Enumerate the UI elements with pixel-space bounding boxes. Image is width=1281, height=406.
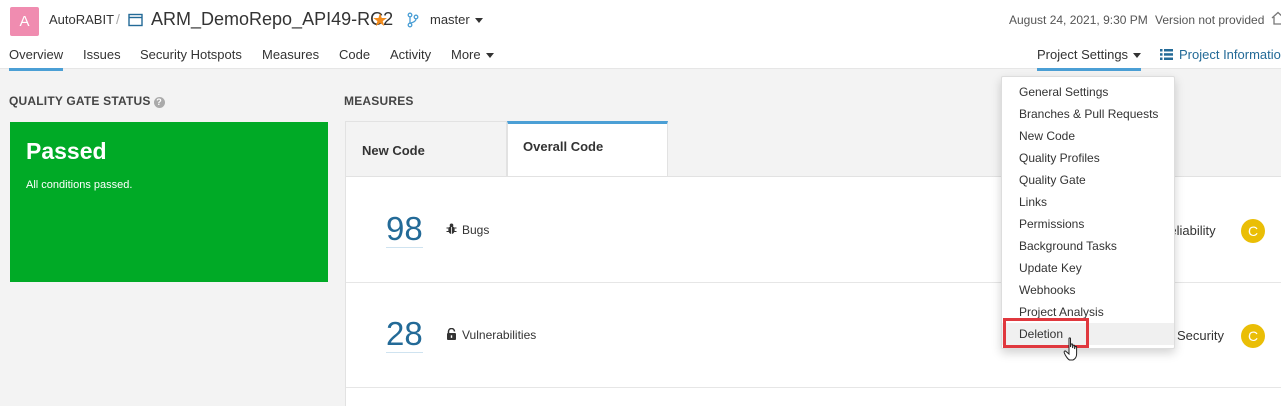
project-settings-dropdown: General Settings Branches & Pull Request… bbox=[1001, 76, 1175, 349]
tab-new-code[interactable]: New Code bbox=[345, 121, 507, 177]
reliability-rating-badge[interactable]: C bbox=[1241, 219, 1265, 243]
tab-new-code-label: New Code bbox=[362, 143, 425, 158]
quality-gate-message: All conditions passed. bbox=[26, 179, 133, 191]
menu-item-new-code[interactable]: New Code bbox=[1002, 125, 1174, 147]
favorite-star-icon[interactable]: ★ bbox=[372, 10, 388, 30]
project-information-link[interactable]: Project Informatio bbox=[1160, 47, 1281, 62]
home-icon[interactable] bbox=[1271, 11, 1281, 25]
tab-security-hotspots[interactable]: Security Hotspots bbox=[140, 47, 242, 68]
project-information-label: Project Informatio bbox=[1179, 47, 1281, 62]
quality-gate-title-text: QUALITY GATE STATUS bbox=[9, 94, 151, 108]
tab-measures[interactable]: Measures bbox=[262, 47, 319, 68]
menu-item-quality-gate[interactable]: Quality Gate bbox=[1002, 169, 1174, 191]
menu-item-webhooks[interactable]: Webhooks bbox=[1002, 279, 1174, 301]
lock-icon bbox=[447, 328, 456, 340]
quality-gate-title: QUALITY GATE STATUS? bbox=[9, 94, 165, 108]
bugs-label[interactable]: Bugs bbox=[462, 223, 489, 237]
help-icon[interactable]: ? bbox=[153, 97, 165, 108]
tab-overview[interactable]: Overview bbox=[9, 47, 64, 71]
tab-overall-code-label: Overall Code bbox=[523, 139, 604, 154]
bugs-count[interactable]: 98 bbox=[386, 211, 423, 248]
tab-code[interactable]: Code bbox=[339, 47, 370, 68]
menu-item-update-key[interactable]: Update Key bbox=[1002, 257, 1174, 279]
breadcrumb-separator: / bbox=[116, 11, 120, 27]
org-avatar[interactable]: A bbox=[10, 7, 39, 36]
branch-selector[interactable]: master bbox=[430, 12, 483, 27]
tab-activity[interactable]: Activity bbox=[390, 47, 431, 68]
org-link[interactable]: AutoRABIT bbox=[49, 12, 114, 27]
branch-icon bbox=[407, 12, 419, 28]
quality-gate-status: Passed bbox=[26, 138, 107, 164]
branch-label: master bbox=[430, 12, 470, 27]
hand-cursor-icon bbox=[1063, 337, 1078, 361]
bug-icon bbox=[446, 223, 457, 234]
version-label: Version not provided bbox=[1155, 13, 1265, 27]
project-settings-menu[interactable]: Project Settings bbox=[1037, 47, 1142, 71]
vulnerabilities-count[interactable]: 28 bbox=[386, 316, 423, 353]
tab-issues[interactable]: Issues bbox=[83, 47, 121, 68]
more-menu[interactable]: More bbox=[451, 47, 494, 68]
project-header: A AutoRABIT / ARM_DemoRepo_API49-RC2 ★ m… bbox=[0, 0, 1281, 71]
tab-overall-code[interactable]: Overall Code bbox=[507, 121, 668, 177]
project-name[interactable]: ARM_DemoRepo_API49-RC2 bbox=[151, 9, 393, 30]
list-icon bbox=[1160, 49, 1173, 60]
chevron-down-icon bbox=[485, 53, 494, 59]
quality-gate-card: Passed All conditions passed. bbox=[10, 122, 328, 282]
vulnerabilities-label[interactable]: Vulnerabilities bbox=[462, 328, 536, 342]
menu-item-permissions[interactable]: Permissions bbox=[1002, 213, 1174, 235]
more-label: More bbox=[451, 47, 481, 62]
chevron-down-icon bbox=[1133, 53, 1142, 59]
menu-item-general-settings[interactable]: General Settings bbox=[1002, 81, 1174, 103]
row-divider bbox=[346, 387, 1281, 388]
project-nav: Overview Issues Security Hotspots Measur… bbox=[0, 44, 1281, 71]
project-icon bbox=[128, 13, 143, 27]
measures-title: MEASURES bbox=[344, 94, 414, 108]
security-label: Security bbox=[1177, 328, 1224, 343]
menu-item-quality-profiles[interactable]: Quality Profiles bbox=[1002, 147, 1174, 169]
menu-item-background-tasks[interactable]: Background Tasks bbox=[1002, 235, 1174, 257]
chevron-down-icon bbox=[474, 18, 483, 24]
security-rating-badge[interactable]: C bbox=[1241, 324, 1265, 348]
project-settings-label: Project Settings bbox=[1037, 47, 1129, 62]
analysis-date: August 24, 2021, 9:30 PM bbox=[1009, 13, 1148, 27]
menu-item-branches-pull-requests[interactable]: Branches & Pull Requests bbox=[1002, 103, 1174, 125]
menu-item-links[interactable]: Links bbox=[1002, 191, 1174, 213]
